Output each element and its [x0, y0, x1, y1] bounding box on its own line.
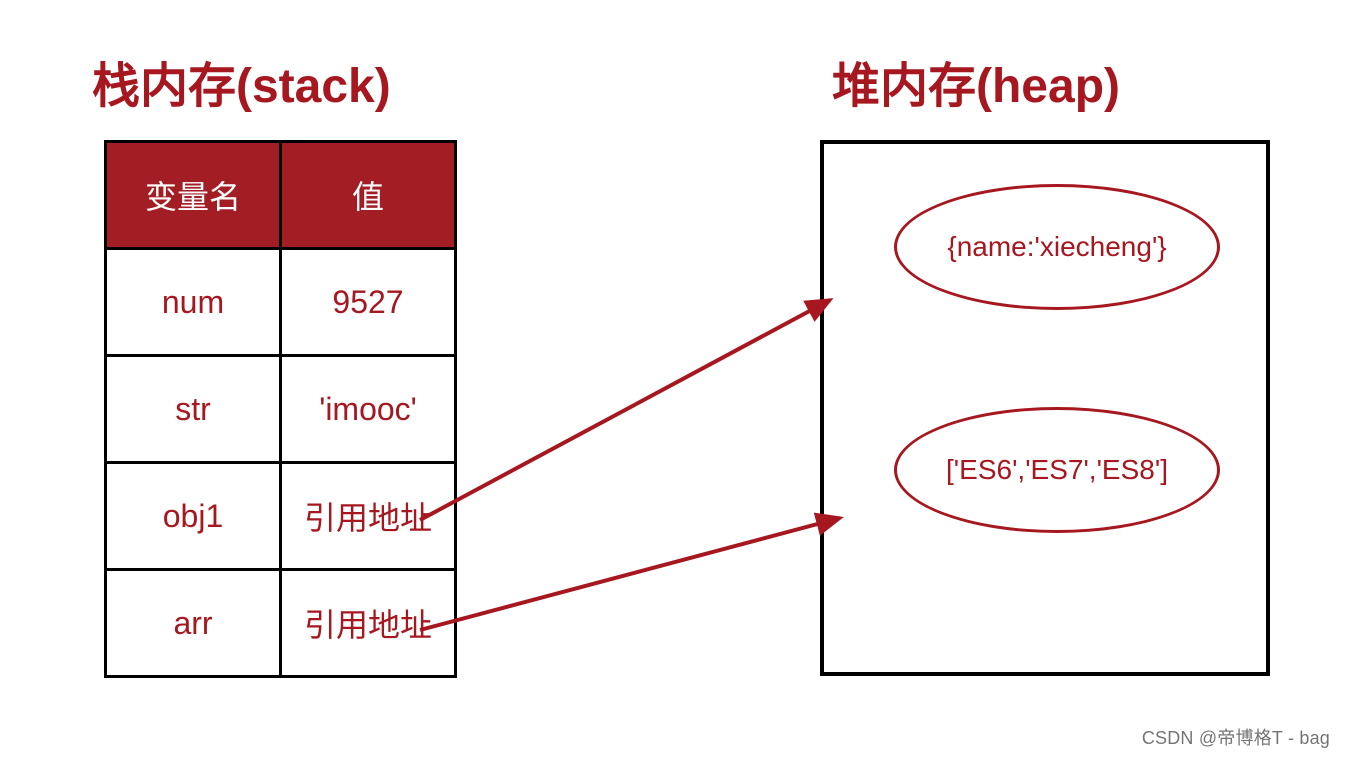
heap-object-text: {name:'xiecheng'} [947, 231, 1166, 263]
header-varname: 变量名 [106, 142, 281, 249]
heap-title: 堆内存(heap) [832, 46, 1120, 116]
heap-object-ellipse: {name:'xiecheng'} [894, 184, 1220, 310]
cell-value: 9527 [281, 249, 456, 356]
cell-value: 'imooc' [281, 356, 456, 463]
heap-array-ellipse: ['ES6','ES7','ES8'] [894, 407, 1220, 533]
heap-array-text: ['ES6','ES7','ES8'] [946, 454, 1168, 486]
diagram-stage: 栈内存(stack) 堆内存(heap) 变量名 值 num 9527 str … [0, 0, 1346, 758]
table-header-row: 变量名 值 [106, 142, 456, 249]
arrow-arr-to-heap-array [420, 518, 840, 630]
cell-value: 引用地址 [281, 463, 456, 570]
header-value: 值 [281, 142, 456, 249]
table-row: str 'imooc' [106, 356, 456, 463]
heap-box: {name:'xiecheng'} ['ES6','ES7','ES8'] [820, 140, 1270, 676]
watermark: CSDN @帝博格T - bag [1142, 724, 1330, 750]
cell-value: 引用地址 [281, 570, 456, 677]
cell-varname: str [106, 356, 281, 463]
stack-table: 变量名 值 num 9527 str 'imooc' obj1 引用地址 arr… [104, 140, 457, 678]
cell-varname: obj1 [106, 463, 281, 570]
cell-varname: num [106, 249, 281, 356]
cell-varname: arr [106, 570, 281, 677]
table-row: arr 引用地址 [106, 570, 456, 677]
stack-title: 栈内存(stack) [92, 46, 391, 116]
table-row: obj1 引用地址 [106, 463, 456, 570]
table-row: num 9527 [106, 249, 456, 356]
arrow-obj1-to-heap-object [420, 300, 830, 520]
